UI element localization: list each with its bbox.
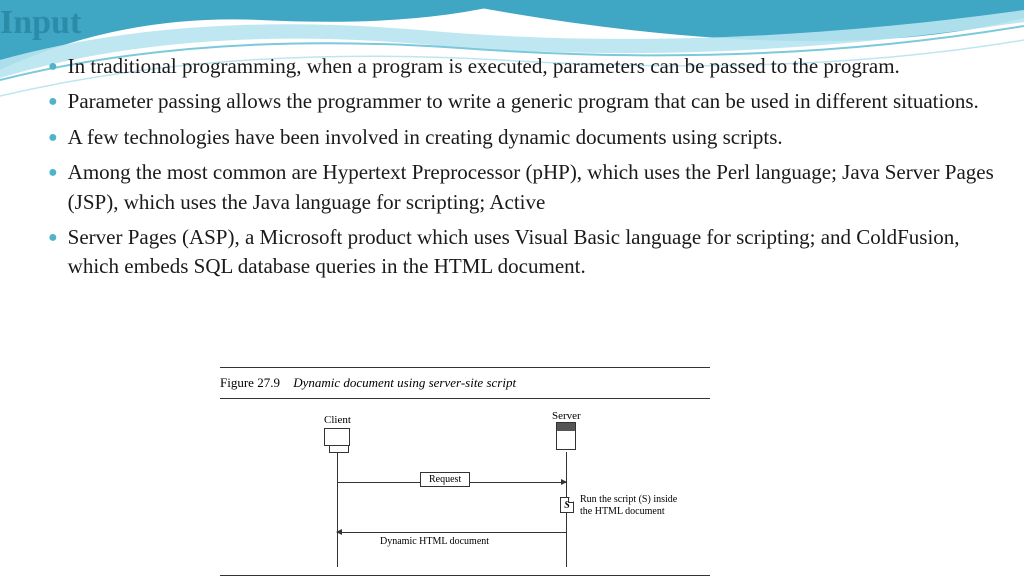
list-item: ● In traditional programming, when a pro… [48, 52, 994, 81]
client-icon [324, 428, 350, 446]
script-note: Run the script (S) inside the HTML docum… [580, 494, 690, 518]
bullet-text: Parameter passing allows the programmer … [68, 87, 979, 116]
script-icon: S [560, 497, 574, 513]
response-arrow [337, 532, 566, 533]
bullet-list: ● In traditional programming, when a pro… [48, 52, 994, 288]
bullet-icon: ● [48, 164, 58, 182]
figure-number: Figure 27.9 [220, 375, 280, 390]
server-label: Server [552, 410, 581, 422]
sequence-diagram: Client Server Request S Run the script (… [220, 402, 710, 572]
list-item: ● Server Pages (ASP), a Microsoft produc… [48, 223, 994, 282]
bullet-text: In traditional programming, when a progr… [68, 52, 900, 81]
response-label: Dynamic HTML document [380, 536, 489, 547]
list-item: ● Among the most common are Hypertext Pr… [48, 158, 994, 217]
server-icon [556, 422, 576, 450]
slide-title: Input [0, 4, 81, 42]
client-label: Client [324, 414, 351, 426]
list-item: ● A few technologies have been involved … [48, 123, 994, 152]
list-item: ● Parameter passing allows the programme… [48, 87, 994, 116]
bullet-text: Server Pages (ASP), a Microsoft product … [68, 223, 994, 282]
client-lifeline [337, 452, 338, 567]
bullet-icon: ● [48, 93, 58, 111]
request-label: Request [420, 472, 470, 487]
bullet-icon: ● [48, 58, 58, 76]
bullet-icon: ● [48, 129, 58, 147]
figure-caption: Figure 27.9 Dynamic document using serve… [220, 371, 710, 395]
bullet-text: Among the most common are Hypertext Prep… [68, 158, 994, 217]
figure-rule [220, 367, 710, 368]
figure: Figure 27.9 Dynamic document using serve… [220, 364, 710, 579]
figure-rule [220, 398, 710, 399]
figure-title: Dynamic document using server-site scrip… [293, 375, 516, 390]
bullet-text: A few technologies have been involved in… [68, 123, 783, 152]
bullet-icon: ● [48, 229, 58, 247]
